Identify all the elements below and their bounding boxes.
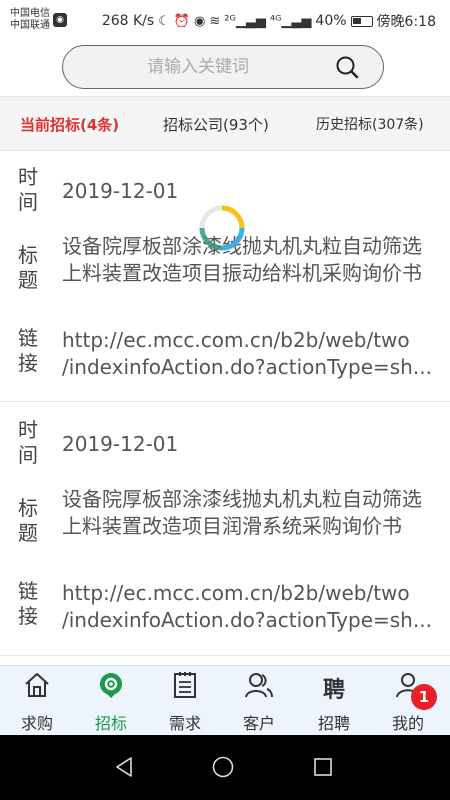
search-input[interactable] [63, 46, 333, 87]
title-label: 标题 [18, 496, 38, 545]
home-icon [25, 673, 49, 697]
list-item[interactable]: 时间 2019-12-01 标题 设备院厚板部涂漆线抛丸机丸粒自动筛选上料装置改… [0, 150, 450, 402]
loading-spinner-icon [199, 205, 245, 251]
recruit-icon: 聘 [322, 678, 345, 703]
back-icon[interactable] [112, 755, 136, 779]
carrier-1: 中国电信 [10, 8, 50, 19]
status-indicators: 268 K/s ☾ ⏰ ◉ ≋ ²ᴳ▁▃▅ ⁴ᴳ▁▃▅ 40% 傍晚6:18 [102, 11, 436, 31]
signal-icon-1: ²ᴳ▁▃▅ [224, 13, 266, 29]
nav-label: 我的 [391, 714, 424, 733]
item-link-line1[interactable]: http://ec.mcc.com.cn/b2b/web/two [62, 580, 432, 607]
search-box[interactable] [62, 45, 384, 89]
clock: 傍晚6:18 [376, 14, 436, 30]
nav-demand[interactable]: 需求 [148, 666, 222, 736]
search-icon[interactable] [335, 55, 359, 79]
search-bar [0, 40, 450, 96]
nav-recruit[interactable]: 聘 招聘 [297, 666, 371, 736]
time-label: 时间 [18, 418, 38, 467]
nav-label: 求购 [20, 714, 53, 733]
link-label: 链接 [18, 326, 38, 375]
clipboard-icon [174, 672, 196, 698]
tab-history-bids[interactable]: 历史招标(307条) [316, 114, 424, 134]
signal-icon-2: ⁴ᴳ▁▃▅ [269, 13, 312, 29]
alarm-icon: ⏰ [173, 13, 191, 29]
battery-icon [350, 15, 373, 27]
customers-icon [245, 673, 273, 698]
bottom-nav: 求购 招标 需求 客户 聘 招聘 1 我的 [0, 665, 450, 735]
item-link-line1[interactable]: http://ec.mcc.com.cn/b2b/web/two [62, 327, 432, 354]
signal-label-2: ⁴ᴳ [269, 13, 282, 29]
item-date: 2019-12-01 [62, 179, 179, 203]
nav-bidding[interactable]: 招标 [74, 666, 148, 736]
list-item[interactable]: 时间 2019-12-01 标题 设备院厚板部涂漆线抛丸机丸粒自动筛选上料装置改… [0, 404, 450, 656]
system-nav-bar [0, 735, 450, 800]
wifi-icon: ≋ [209, 13, 221, 29]
network-speed: 268 K/s [101, 13, 155, 29]
status-bar: 中国电信 中国联通 ◉ 268 K/s ☾ ⏰ ◉ ≋ ²ᴳ▁▃▅ ⁴ᴳ▁▃▅ … [0, 0, 450, 40]
nav-customers[interactable]: 客户 [222, 666, 296, 736]
eye-icon: ◉ [194, 13, 206, 29]
title-label: 标题 [18, 243, 38, 292]
nav-label: 客户 [242, 714, 275, 733]
home-button-icon[interactable] [211, 755, 235, 779]
carrier-2: 中国联通 [10, 20, 50, 31]
battery-percent: 40% [315, 13, 347, 29]
tab-bar: 当前招标(4条) 招标公司(93个) 历史招标(307条) [0, 96, 450, 150]
link-label: 链接 [18, 579, 38, 628]
moon-icon: ☾ [158, 13, 170, 29]
nav-purchase[interactable]: 求购 [0, 666, 74, 736]
nav-label: 招聘 [317, 714, 350, 733]
item-title: 设备院厚板部涂漆线抛丸机丸粒自动筛选上料装置改造项目振动给料机采购询价书 [62, 234, 422, 285]
recent-apps-icon[interactable] [311, 755, 335, 779]
tab-bid-companies[interactable]: 招标公司(93个) [163, 114, 269, 135]
carrier-names: 中国电信 中国联通 [10, 8, 50, 32]
tab-current-bids[interactable]: 当前招标(4条) [20, 114, 119, 135]
location-icon: ◉ [53, 13, 67, 27]
nav-label: 招标 [94, 714, 127, 733]
notification-badge: 1 [411, 684, 437, 710]
item-title: 设备院厚板部涂漆线抛丸机丸粒自动筛选上料装置改造项目润滑系统采购询价书 [62, 487, 422, 538]
item-link-line2[interactable]: /indexinfoAction.do?actionType=sh... [62, 354, 432, 381]
nav-mine[interactable]: 1 我的 [371, 666, 445, 736]
time-label: 时间 [18, 165, 38, 214]
item-date: 2019-12-01 [62, 432, 179, 456]
item-link-line2[interactable]: /indexinfoAction.do?actionType=sh... [62, 607, 432, 634]
bid-icon [100, 673, 122, 698]
signal-label-1: ²ᴳ [224, 13, 236, 29]
nav-label: 需求 [168, 714, 201, 733]
